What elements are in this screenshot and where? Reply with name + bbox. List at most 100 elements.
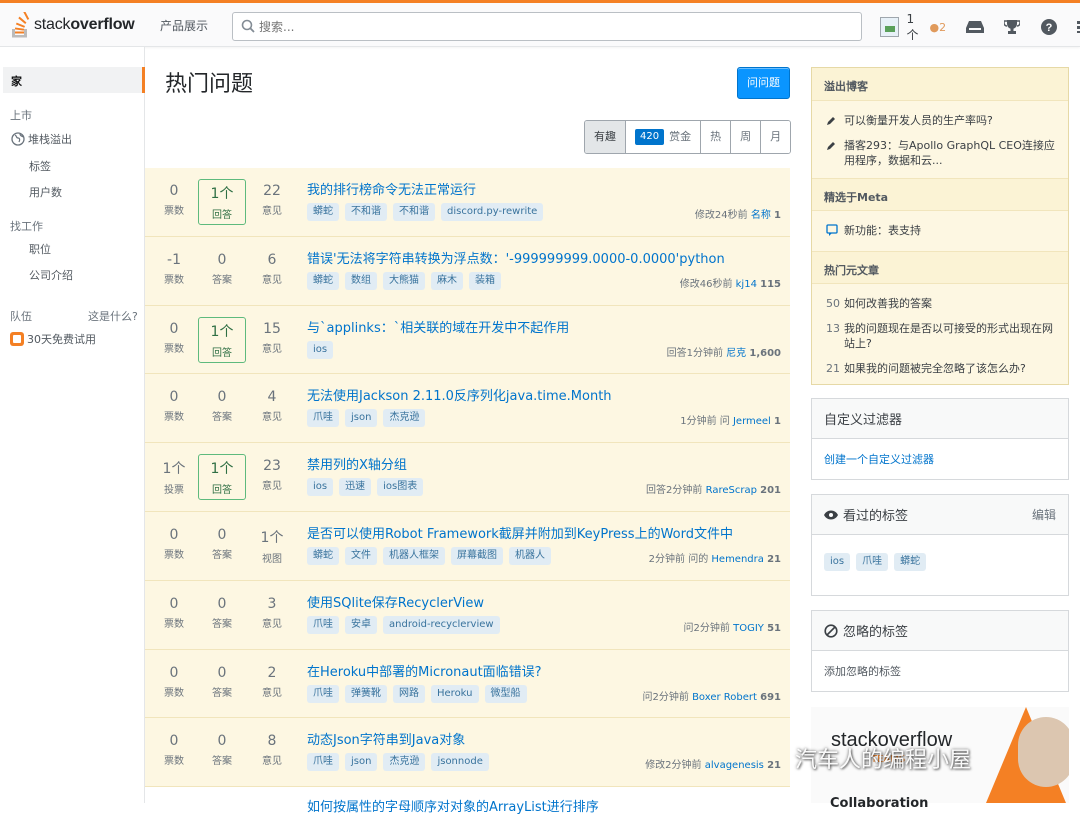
tag[interactable]: json [345, 409, 378, 428]
tab-week[interactable]: 周 [730, 121, 761, 153]
custom-filters-header: 自定义过滤器 [812, 399, 1068, 439]
tag[interactable]: 不和谐 [393, 203, 435, 221]
tag[interactable]: 麻木 [431, 271, 463, 290]
nav-home[interactable]: 家 [3, 67, 145, 93]
nav-users[interactable]: 用户数 [29, 184, 62, 200]
tag[interactable]: 机器人框架 [383, 546, 445, 565]
tag[interactable]: 不和谐 [345, 203, 387, 221]
add-ignored-tag-link[interactable]: 添加忽略的标签 [812, 651, 1068, 691]
tag[interactable]: 屏幕截图 [451, 546, 503, 565]
nav-jobs[interactable]: 职位 [29, 241, 51, 257]
tag[interactable]: 爪哇 [307, 615, 339, 634]
inbox-icon[interactable] [966, 18, 985, 36]
help-icon[interactable]: ? [1040, 18, 1058, 36]
user-link[interactable]: 尼克 [726, 348, 746, 359]
search-box[interactable] [232, 12, 862, 41]
trophy-icon[interactable] [1004, 18, 1021, 36]
tag[interactable]: 安卓 [345, 615, 377, 634]
tag[interactable]: 大熊猫 [383, 271, 425, 290]
tag[interactable]: 文件 [345, 546, 377, 565]
question-meta: 回答2分钟前 RareScrap 201 [646, 485, 781, 497]
tag[interactable]: 杰克逊 [383, 753, 426, 772]
tag[interactable]: android-recyclerview [383, 615, 500, 634]
tag[interactable]: 微型船 [484, 684, 527, 703]
vote-count: 0 票数 [164, 733, 184, 768]
user-reputation: 51 [767, 622, 781, 634]
tag[interactable]: 爪哇 [307, 753, 339, 772]
blog-item[interactable]: 可以衡量开发人员的生产率吗? [826, 113, 1061, 128]
nav-stack-overflow[interactable]: 堆栈溢出 [11, 131, 72, 147]
user-link[interactable]: kj14 [736, 279, 757, 290]
user-link[interactable]: Hemendra [711, 554, 764, 565]
free-trial-link[interactable]: 30天免费试用 [10, 331, 96, 347]
nav-tags[interactable]: 标签 [29, 158, 51, 174]
question-title[interactable]: 使用SQlite保存RecyclerView [307, 592, 484, 611]
question-title[interactable]: 错误'无法将字符串转换为浮点数：'-999999999.0000-0.0000'… [307, 248, 725, 267]
tag[interactable]: jsonnode [431, 753, 489, 772]
tag[interactable]: 网路 [393, 684, 425, 703]
question-title-partial[interactable]: 如何按属性的字母顺序对对象的ArrayList进行排序 [307, 796, 599, 815]
user-link[interactable]: TOGIY [733, 623, 764, 634]
what-is-this-link[interactable]: 这是什么? [88, 308, 138, 324]
logo[interactable]: stackoverflow [10, 12, 135, 38]
meta-item[interactable]: 新功能：表支持 [826, 223, 1061, 238]
hot-meta-item[interactable]: 21 如果我的问题被完全忽略了该怎么办? [826, 361, 1061, 376]
user-link[interactable]: Jermeel [733, 416, 771, 427]
tag[interactable]: 数组 [345, 271, 377, 290]
tab-month[interactable]: 月 [760, 121, 791, 153]
question-filter-tabs: 有趣 420 赏金 热 周 月 [584, 120, 792, 154]
tab-hot[interactable]: 热 [700, 121, 731, 153]
search-input[interactable] [259, 17, 839, 36]
vote-count: -1 票数 [164, 251, 184, 286]
avatar[interactable] [880, 17, 899, 37]
tag[interactable]: ios [307, 340, 334, 359]
vote-count: 0 票数 [164, 526, 184, 561]
tag[interactable]: 蟒蛇 [307, 271, 339, 290]
tag[interactable]: 爪哇 [307, 684, 339, 703]
tag[interactable]: 迅速 [339, 478, 372, 497]
question-title[interactable]: 是否可以使用Robot Framework截屏并附加到KeyPress上的Wor… [307, 523, 733, 542]
create-filter-link[interactable]: 创建一个自定义过滤器 [812, 439, 1068, 479]
tag[interactable]: 机器人 [509, 546, 551, 565]
chat-bubble-icon [826, 224, 838, 236]
edit-watched-tags-link[interactable]: 编辑 [1032, 506, 1056, 523]
nav-section-teams: 队伍 [10, 310, 32, 323]
tag[interactable]: 蟒蛇 [894, 553, 927, 571]
user-reputation: 1 [774, 210, 781, 221]
products-menu[interactable]: 产品展示 [160, 17, 208, 34]
question-title[interactable]: 我的排行榜命令无法正常运行 [307, 179, 476, 198]
ask-question-button[interactable]: 问问题 [737, 67, 790, 99]
tag[interactable]: 杰克逊 [383, 409, 426, 428]
tag[interactable]: 弹簧靴 [345, 684, 387, 703]
hot-meta-item[interactable]: 13 我的问题现在是否以可接受的形式出现在网站上? [826, 321, 1061, 351]
question-row: -1 票数 0 答案 6 意见 错误'无法将字符串转换为浮点数：'-999999999.00… [145, 236, 790, 306]
tab-bounty[interactable]: 420 赏金 [625, 121, 701, 153]
question-title[interactable]: 无法使用Jackson 2.11.0反序列化java.time.Month [307, 385, 612, 404]
tab-interesting[interactable]: 有趣 [585, 121, 625, 153]
tag[interactable]: 蟒蛇 [307, 546, 339, 565]
nav-companies[interactable]: 公司介绍 [29, 267, 73, 283]
user-link[interactable]: Boxer Robert [692, 692, 757, 703]
tag[interactable]: json [345, 753, 378, 772]
tag-list: 爪哇 弹簧靴 网路 Heroku 微型船 [307, 684, 527, 703]
tag[interactable]: ios [824, 553, 851, 571]
user-link[interactable]: RareScrap [706, 485, 757, 496]
tag[interactable]: 装箱 [469, 271, 501, 290]
answer-count: 0 答案 [212, 595, 232, 630]
question-title[interactable]: 动态Json字符串到Java对象 [307, 729, 465, 748]
tag[interactable]: discord.py-rewrite [441, 203, 544, 221]
tag[interactable]: ios [307, 478, 334, 497]
question-title[interactable]: 在Heroku中部署的Micronaut面临错误? [307, 661, 542, 680]
tag[interactable]: 爪哇 [856, 553, 889, 571]
tag[interactable]: 爪哇 [307, 409, 339, 428]
tag[interactable]: Heroku [431, 684, 479, 703]
question-title[interactable]: 禁用列的X轴分组 [307, 454, 407, 473]
tag[interactable]: ios图表 [377, 478, 424, 497]
question-title[interactable]: 与`applinks：`相关联的域在开发中不起作用 [307, 317, 569, 336]
user-link[interactable]: 名称 [751, 210, 771, 221]
user-link[interactable]: alvagenesis [705, 760, 764, 771]
blog-item[interactable]: 播客293：与Apollo GraphQL CEO连接应用程序，数据和云... [826, 138, 1061, 168]
tag[interactable]: 蟒蛇 [307, 203, 339, 221]
hot-meta-item[interactable]: 50 如何改善我的答案 [826, 296, 1061, 311]
user-reputation: 115 [760, 278, 781, 290]
